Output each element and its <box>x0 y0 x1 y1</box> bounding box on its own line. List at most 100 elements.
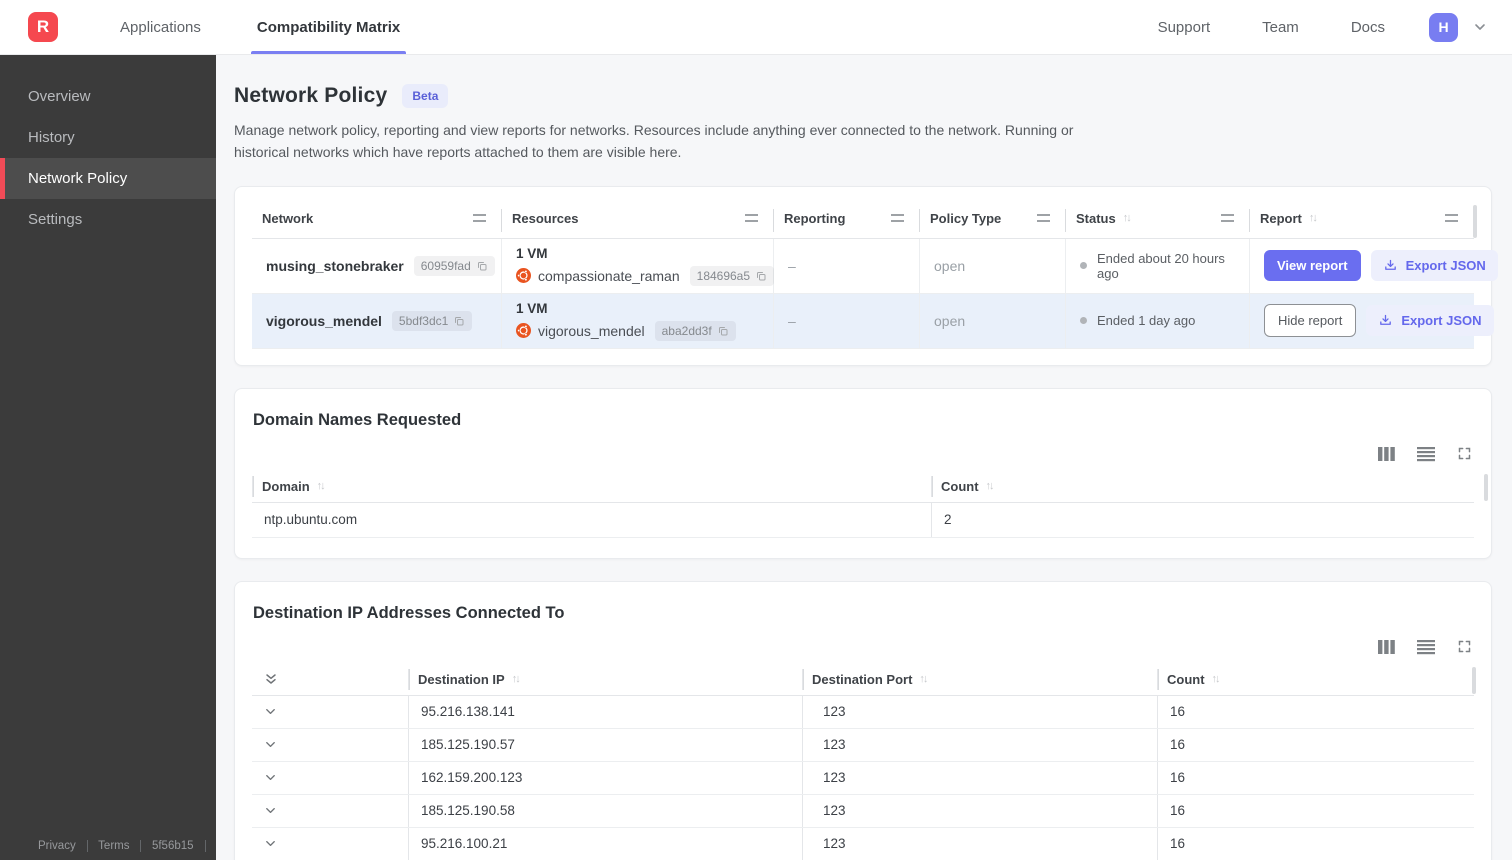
chevron-down-icon[interactable] <box>1472 19 1488 35</box>
count-cell: 16 <box>1157 695 1474 728</box>
destination-row: 162.159.200.123 123 16 <box>252 761 1474 795</box>
nav-link[interactable]: Team <box>1240 19 1321 36</box>
domain-row[interactable]: ntp.ubuntu.com 2 <box>252 502 1474 538</box>
column-header[interactable]: Count ↑↓ <box>1157 667 1474 696</box>
columns-icon[interactable] <box>1378 446 1395 462</box>
scrollbar-thumb[interactable] <box>1473 204 1477 238</box>
column-header[interactable]: Domain ↑↓ <box>252 474 931 503</box>
export-json-button[interactable]: Export JSON <box>1366 305 1494 337</box>
column-header[interactable]: Network <box>252 204 502 239</box>
destination-ip-cell: 95.216.100.21 <box>408 827 802 860</box>
column-header[interactable]: Destination IP ↑↓ <box>408 667 802 696</box>
reporting-cell: – <box>774 238 920 293</box>
drag-handle-icon[interactable] <box>1037 214 1050 223</box>
drag-handle-icon[interactable] <box>473 214 486 223</box>
copy-icon <box>757 271 766 281</box>
domain-table-header: Domain ↑↓ Count ↑↓ <box>252 474 1474 503</box>
destination-port-cell: 123 <box>802 827 1157 860</box>
report-toggle-button[interactable]: Hide report <box>1264 304 1357 338</box>
status-cell: Ended 1 day ago <box>1066 293 1250 348</box>
sort-icon[interactable]: ↑↓ <box>512 673 521 685</box>
drag-handle-icon[interactable] <box>891 214 904 223</box>
network-policy-card: Network Resources Reporting Policy Type … <box>234 185 1498 366</box>
destination-row: 185.125.190.57 123 16 <box>252 728 1474 762</box>
column-header[interactable]: Resources <box>502 204 774 239</box>
network-id-badge[interactable]: 60959fad <box>413 255 495 276</box>
scrollbar-thumb[interactable] <box>1484 473 1488 501</box>
domain-cell: ntp.ubuntu.com <box>264 512 358 528</box>
card-title: Destination IP Addresses Connected To <box>253 603 565 622</box>
sort-icon[interactable]: ↑↓ <box>317 480 326 492</box>
drag-handle-icon[interactable] <box>745 214 758 223</box>
destination-ip-cell: 95.216.138.141 <box>408 695 802 728</box>
column-header[interactable]: Destination Port ↑↓ <box>802 667 1157 696</box>
nav-link[interactable]: Docs <box>1329 19 1407 36</box>
copy-icon <box>455 316 464 326</box>
drag-handle-icon[interactable] <box>1445 214 1458 223</box>
fullscreen-icon[interactable] <box>1457 639 1472 654</box>
network-cell: vigorous_mendel 5bdf3dc1 <box>252 293 502 348</box>
policy-type-cell: open <box>920 238 1066 293</box>
list-icon[interactable] <box>1417 446 1435 462</box>
network-row[interactable]: musing_stonebraker 60959fad 1 VM compass… <box>252 238 1498 294</box>
destination-row: 95.216.138.141 123 16 <box>252 695 1474 729</box>
resources-cell: 1 VM vigorous_mendel aba2dd3f <box>502 293 774 348</box>
network-cell: musing_stonebraker 60959fad <box>252 238 502 293</box>
footer-link[interactable]: Terms <box>98 840 129 852</box>
resource-name: compassionate_raman <box>538 267 680 284</box>
sidebar-item[interactable]: History <box>0 117 216 158</box>
resource-id-badge[interactable]: 184696a5 <box>689 265 775 286</box>
count-cell: 16 <box>1157 728 1474 761</box>
fullscreen-icon[interactable] <box>1457 446 1472 461</box>
card-title: Domain Names Requested <box>253 410 462 429</box>
list-icon[interactable] <box>1417 639 1435 655</box>
nav-link[interactable]: Support <box>1136 19 1233 36</box>
expand-row-icon[interactable] <box>252 762 408 794</box>
expand-row-icon[interactable] <box>252 696 408 728</box>
sort-icon[interactable]: ↑↓ <box>919 673 928 685</box>
sort-icon[interactable]: ↑↓ <box>1309 212 1318 224</box>
scrollbar-thumb[interactable] <box>1472 666 1476 694</box>
nav-tab[interactable]: Compatibility Matrix <box>229 0 428 54</box>
expand-row-icon[interactable] <box>252 795 408 827</box>
expand-row-icon[interactable] <box>252 828 408 860</box>
sidebar-item[interactable]: Overview <box>0 76 216 117</box>
footer-link[interactable]: Privacy <box>38 840 76 852</box>
column-header[interactable]: Policy Type <box>920 204 1066 239</box>
columns-icon[interactable] <box>1378 639 1395 655</box>
drag-handle-icon[interactable] <box>1221 214 1234 223</box>
main-content: Network Policy Beta Manage network polic… <box>216 55 1512 860</box>
column-header[interactable]: Count ↑↓ <box>931 474 1474 503</box>
sidebar-item[interactable]: Network Policy <box>0 158 216 199</box>
network-row[interactable]: vigorous_mendel 5bdf3dc1 1 VM vigorous_m… <box>252 293 1494 349</box>
destination-table-header: Destination IP ↑↓ Destination Port ↑↓ Co… <box>252 667 1474 696</box>
status-dot-icon <box>1080 317 1087 325</box>
resources-cell: 1 VM compassionate_raman 184696a5 <box>502 238 775 293</box>
sort-icon[interactable]: ↑↓ <box>1212 673 1221 685</box>
sidebar-item[interactable]: Settings <box>0 199 216 240</box>
table-toolbar <box>252 639 1474 655</box>
column-header[interactable]: Reporting <box>774 204 920 239</box>
user-avatar[interactable]: H <box>1429 12 1458 42</box>
copy-icon <box>718 326 728 336</box>
resource-id-badge[interactable]: aba2dd3f <box>654 320 736 341</box>
reporting-cell: – <box>774 293 920 348</box>
export-json-button[interactable]: Export JSON <box>1370 250 1498 282</box>
report-toggle-button[interactable]: View report <box>1264 250 1361 282</box>
column-header[interactable]: Report ↑↓ <box>1250 204 1474 239</box>
beta-badge: Beta <box>402 84 449 108</box>
column-header[interactable]: Status ↑↓ <box>1066 204 1250 239</box>
network-id-badge[interactable]: 5bdf3dc1 <box>391 310 473 331</box>
expand-all-rows-icon[interactable] <box>252 667 408 696</box>
sidebar: Overview History Network Policy Settings… <box>0 55 216 860</box>
nav-tab[interactable]: Applications <box>92 0 229 54</box>
destination-ip-cell: 185.125.190.58 <box>408 794 802 827</box>
sort-icon[interactable]: ↑↓ <box>986 480 995 492</box>
copy-icon <box>477 261 487 271</box>
destination-row: 185.125.190.58 123 16 <box>252 794 1474 828</box>
ubuntu-icon <box>516 268 531 284</box>
expand-row-icon[interactable] <box>252 729 408 761</box>
sort-icon[interactable]: ↑↓ <box>1123 212 1132 224</box>
app-logo[interactable]: R <box>28 12 58 42</box>
footer-link[interactable]: 5f56b15 <box>152 840 194 852</box>
